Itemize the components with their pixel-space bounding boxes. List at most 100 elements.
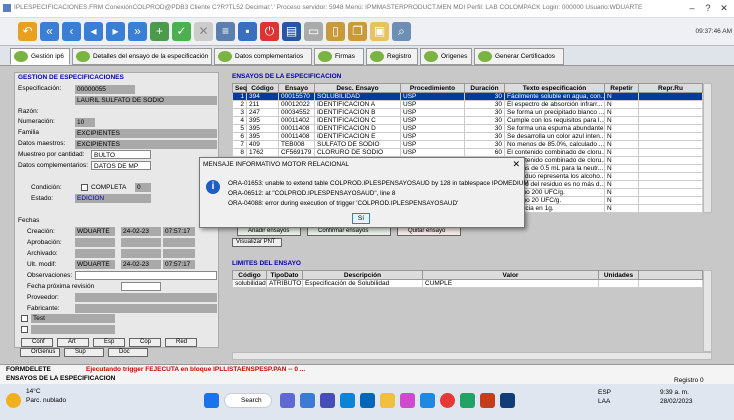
table-cell[interactable]: USP (400, 116, 465, 125)
next-record-icon[interactable]: ▸ (106, 22, 125, 41)
esp-button[interactable]: Esp (93, 338, 125, 347)
table-cell[interactable]: N (604, 92, 639, 101)
table-row[interactable]: 1 394 00015570 SOLUBILIDAD USP 30 Fácilmente s… (232, 92, 703, 101)
table-cell[interactable]: Se forma una espuma abundante. (504, 124, 605, 133)
datos-compl-field[interactable]: DATOS DE MP (91, 161, 151, 170)
add-record-icon[interactable]: + (150, 22, 169, 41)
ensayos-col-header[interactable]: Procedimiento (400, 83, 465, 93)
orgenus-button[interactable]: OrGenus (20, 348, 60, 357)
table-cell[interactable]: N (604, 108, 639, 117)
cancel-icon[interactable]: ✕ (194, 22, 213, 41)
ensayos-col-header[interactable]: Texto especificación (504, 83, 605, 93)
limites-hscrollbar[interactable] (232, 352, 712, 360)
table-cell[interactable] (638, 100, 703, 109)
limites-cell[interactable] (598, 279, 639, 288)
cop-button[interactable]: Cop (129, 338, 161, 347)
table-cell[interactable]: N (604, 180, 639, 189)
confirmar-ensayos-button[interactable]: Confirmar ensayos (307, 227, 391, 236)
table-cell[interactable] (638, 180, 703, 189)
conf-button[interactable]: Conf (21, 338, 53, 347)
table-cell[interactable]: 30 (464, 100, 505, 109)
table-cell[interactable] (638, 92, 703, 101)
table-cell[interactable]: USP (400, 132, 465, 141)
red-button[interactable]: Red (165, 338, 197, 347)
table-row[interactable]: 2 211 00012022 IDENTIFICACIÓN A USP 30 El espe… (232, 100, 703, 109)
table-cell[interactable]: N (604, 116, 639, 125)
table-cell[interactable]: 00011408 (278, 132, 315, 141)
table-cell[interactable]: CF569179 (278, 148, 315, 157)
last-record-icon[interactable]: » (128, 22, 147, 41)
table-cell[interactable]: 395 (246, 124, 279, 133)
table-cell[interactable]: N (604, 140, 639, 149)
table-cell[interactable]: El contenido combinado de cloru... (504, 148, 605, 157)
observaciones-input[interactable] (75, 271, 217, 280)
ensayos-col-header[interactable]: Código (246, 83, 279, 93)
fecha-proxima-input[interactable] (121, 282, 161, 291)
table-cell[interactable]: N (604, 100, 639, 109)
table-cell[interactable]: 2 (232, 100, 247, 109)
table-cell[interactable]: 8 (232, 148, 247, 157)
limites-scrollbar[interactable] (703, 270, 712, 352)
copy-icon[interactable]: ❐ (348, 22, 367, 41)
art-button[interactable]: Art (57, 338, 89, 347)
windows-start-icon[interactable] (204, 393, 219, 408)
limites-cell[interactable]: ATRIBUTO (266, 279, 303, 288)
weather-icon[interactable] (6, 393, 21, 408)
table-cell[interactable]: Cumple con los requisitos para l... (504, 116, 605, 125)
blank-icon[interactable]: ▭ (304, 22, 323, 41)
table-row[interactable]: 3 247 00034552 IDENTIFICACIÓN B USP 30 Se form… (232, 108, 703, 117)
table-cell[interactable]: No menos de 85.0%, calculado ... (504, 140, 605, 149)
powerpoint-icon[interactable] (480, 393, 495, 408)
table-cell[interactable]: Se forma un precipitado blanco ... (504, 108, 605, 117)
chrome-icon[interactable] (440, 393, 455, 408)
table-cell[interactable]: 394 (246, 92, 279, 101)
table-cell[interactable]: N (604, 188, 639, 197)
table-cell[interactable]: USP (400, 140, 465, 149)
dialog-ok-button[interactable]: Sí (352, 213, 370, 224)
table-cell[interactable]: CLORURO DE SODIO (314, 148, 401, 157)
table-cell[interactable]: 00011402 (278, 116, 315, 125)
limites-col-header[interactable]: Código (232, 270, 267, 280)
table-cell[interactable] (638, 156, 703, 165)
table-cell[interactable]: N (604, 196, 639, 205)
table-cell[interactable]: 409 (246, 140, 279, 149)
ensayos-col-header[interactable]: Repetir (604, 83, 639, 93)
table-cell[interactable]: 211 (246, 100, 279, 109)
table-cell[interactable]: 00011408 (278, 124, 315, 133)
visualizar-pnt-button[interactable]: Visualizar PNT (232, 238, 282, 247)
table-cell[interactable]: 7 (232, 140, 247, 149)
table-cell[interactable]: 30 (464, 140, 505, 149)
quitar-ensayo-button[interactable]: Quitar ensayo (397, 227, 461, 236)
undo-icon[interactable]: ↶ (18, 22, 37, 41)
tab-generar-certificados[interactable]: Generar Certificados (474, 48, 564, 65)
ensayos-col-header[interactable]: Desc. Ensayo (314, 83, 401, 93)
table-cell[interactable]: USP (400, 108, 465, 117)
table-cell[interactable] (638, 108, 703, 117)
table-cell[interactable]: N (604, 204, 639, 213)
print-icon[interactable]: ▤ (282, 22, 301, 41)
table-cell[interactable]: 3 (232, 108, 247, 117)
fabricante-field[interactable] (75, 304, 217, 313)
ensayos-col-header[interactable]: Repr.Ru (638, 83, 703, 93)
table-cell[interactable]: IDENTIFICACIÓN E (314, 132, 401, 141)
table-cell[interactable] (638, 140, 703, 149)
familia-field[interactable]: EXCIPIENTES (75, 129, 217, 138)
table-cell[interactable]: 00012022 (278, 100, 315, 109)
table-cell[interactable]: 30 (464, 92, 505, 101)
table-cell[interactable]: SOLUBILIDAD (314, 92, 401, 101)
table-cell[interactable] (638, 188, 703, 197)
media-icon[interactable] (400, 393, 415, 408)
table-cell[interactable] (638, 196, 703, 205)
limites-col-header[interactable]: Descripción (302, 270, 423, 280)
tab-registro[interactable]: Registro (366, 48, 418, 65)
table-cell[interactable] (638, 164, 703, 173)
prev-record-icon[interactable]: ◂ (84, 22, 103, 41)
tab-firmas[interactable]: Firmas (314, 48, 364, 65)
explorer-icon[interactable] (380, 393, 395, 408)
numeracion-field[interactable]: 10 (75, 118, 95, 127)
table-row[interactable]: 5 395 00011408 IDENTIFICACIÓN D USP 30 Se form… (232, 124, 703, 133)
search-icon[interactable]: ⌕ (392, 22, 411, 41)
table-cell[interactable]: IDENTIFICACIÓN C (314, 116, 401, 125)
table-cell[interactable]: N (604, 172, 639, 181)
edge-icon[interactable] (360, 393, 375, 408)
